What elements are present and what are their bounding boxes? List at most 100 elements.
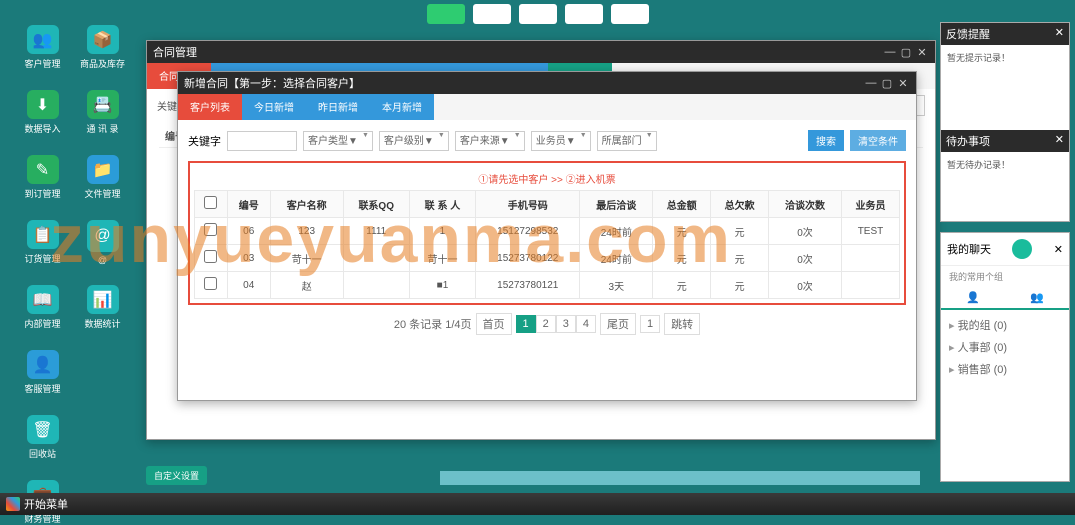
inner-tab[interactable]: 客户列表 (178, 94, 242, 120)
app-icon: 📁 (87, 155, 119, 184)
app-icon: 📋 (27, 220, 59, 249)
desktop-icon[interactable]: 👤 客服管理 (20, 350, 65, 395)
icon-label: 客服管理 (24, 382, 60, 395)
notice-msg: 暂无提示记录！ (941, 45, 1069, 70)
desktop-icon[interactable]: 👥客户管理 (20, 25, 65, 70)
notice-close-icon[interactable]: ✕ (1055, 26, 1064, 42)
pager-page[interactable]: 4 (576, 315, 596, 333)
contact-group-item[interactable]: 人事部 (0) (949, 336, 1061, 358)
select-all-checkbox[interactable] (204, 196, 217, 209)
contact-tab-person[interactable]: 👤 (941, 287, 1005, 308)
close-icon[interactable]: ✕ (896, 76, 910, 90)
dock-item[interactable] (565, 4, 603, 24)
pager-page[interactable]: 1 (516, 315, 536, 333)
icon-label: 数据统计 (84, 317, 120, 330)
table-header: 编号 (227, 191, 270, 218)
icon-label: 回收站 (29, 447, 56, 460)
start-button[interactable]: 开始菜单 (6, 496, 68, 512)
customer-source-select[interactable]: 客户来源▼ (455, 131, 525, 151)
inner-tab[interactable]: 本月新增 (370, 94, 434, 120)
table-header: 手机号码 (476, 191, 580, 218)
app-icon: ⬇ (27, 90, 59, 119)
search-button[interactable]: 搜索 (808, 130, 844, 151)
pager-first[interactable]: 首页 (476, 313, 512, 335)
customer-type-select[interactable]: 客户类型▼ (303, 131, 373, 151)
desktop-icon[interactable]: @@ (80, 220, 125, 265)
contact-group-item[interactable]: 销售部 (0) (949, 358, 1061, 380)
close-icon[interactable]: ✕ (915, 45, 929, 59)
pager-info: 20 条记录 1/4页 (394, 316, 472, 332)
contact-panel: 我的聊天 ✕ 我的常用个组 👤 👥 我的组 (0)人事部 (0)销售部 (0) (940, 232, 1070, 482)
desktop-icon[interactable]: 📊 数据统计 (80, 285, 125, 330)
pager-jump[interactable]: 1 (640, 315, 660, 333)
titlebar[interactable]: 合同管理 — ▢ ✕ (147, 41, 935, 63)
inner-titlebar[interactable]: 新增合同【第一步：选择合同客户】 — ▢ ✕ (178, 72, 916, 94)
table-header: 总金额 (653, 191, 711, 218)
keyword-input[interactable] (227, 131, 297, 151)
desktop-icon[interactable]: 📦商品及库存 (80, 25, 125, 70)
table-header (195, 191, 228, 218)
keyword-label: 关键字 (188, 133, 221, 149)
table-header: 联系QQ (343, 191, 409, 218)
desktop-icon[interactable]: 📋 订货管理 (20, 220, 65, 265)
desktop-icon-grid: 👥客户管理 📦商品及库存 ⬇数据导入 📇通 讯 录 ✎到订管理 📁 文件管理 📋 订货管理 @@ 📖… (20, 25, 130, 525)
contact-group: 我的常用个组 (941, 266, 1069, 287)
dock-item[interactable] (427, 4, 465, 24)
app-icon: ✎ (27, 155, 59, 184)
filter-row: 关键字 客户类型▼ 客户级别▼ 客户来源▼ 业务员▼ 所属部门 搜索 清空条件 (188, 124, 906, 157)
desktop-icon[interactable]: 📁 文件管理 (80, 155, 125, 200)
pager: 20 条记录 1/4页 首页 1234 尾页 1 跳转 (188, 305, 906, 343)
pager-last[interactable]: 尾页 (600, 313, 636, 335)
app-icon: 👤 (27, 350, 59, 379)
icon-label: 文件管理 (84, 187, 120, 200)
todo-close-icon[interactable]: ✕ (1055, 133, 1064, 149)
app-icon: @ (87, 220, 119, 252)
salesperson-select[interactable]: 业务员▼ (531, 131, 591, 151)
inner-tab[interactable]: 昨日新增 (306, 94, 370, 120)
contact-close-icon[interactable]: ✕ (1054, 243, 1063, 256)
avatar-icon[interactable] (1012, 239, 1032, 259)
desktop-icon[interactable]: 📇通 讯 录 (80, 90, 125, 135)
start-icon (6, 497, 20, 511)
hint-text: ①请先选中客户 >> ②进入机票 (194, 167, 900, 190)
pager-go[interactable]: 跳转 (664, 313, 700, 335)
custom-settings-button[interactable]: 自定义设置 (146, 466, 207, 485)
dock-item[interactable] (519, 4, 557, 24)
table-row[interactable]: 061231111 115127298532 24时前元 元0次TEST (195, 218, 900, 245)
app-icon: 🗑 (27, 415, 59, 444)
icon-label: 内部管理 (24, 317, 60, 330)
desktop-icon[interactable]: 📖内部管理 (20, 285, 65, 330)
desktop-icon[interactable]: ✎到订管理 (20, 155, 65, 200)
icon-label: 商品及库存 (80, 57, 125, 70)
table-header: 客户名称 (270, 191, 343, 218)
minimize-icon[interactable]: — (883, 45, 897, 59)
row-checkbox[interactable] (204, 223, 217, 236)
minimize-icon[interactable]: — (864, 76, 878, 90)
desktop-icon[interactable]: ⬇数据导入 (20, 90, 65, 135)
maximize-icon[interactable]: ▢ (880, 76, 894, 90)
row-checkbox[interactable] (204, 250, 217, 263)
row-checkbox[interactable] (204, 277, 217, 290)
maximize-icon[interactable]: ▢ (899, 45, 913, 59)
pager-page[interactable]: 2 (536, 315, 556, 333)
icon-label: 订货管理 (24, 252, 60, 265)
app-icon: 📇 (87, 90, 119, 119)
contact-group-item[interactable]: 我的组 (0) (949, 314, 1061, 336)
table-row[interactable]: 04赵 ■115273780121 3天元 元0次 (195, 272, 900, 299)
dock-item[interactable] (611, 4, 649, 24)
contact-tab-group[interactable]: 👥 (1005, 287, 1069, 308)
department-select[interactable]: 所属部门 (597, 131, 657, 151)
dock-item[interactable] (473, 4, 511, 24)
desktop-icon[interactable]: 🗑 回收站 (20, 415, 65, 460)
customer-level-select[interactable]: 客户级别▼ (379, 131, 449, 151)
clear-button[interactable]: 清空条件 (850, 130, 906, 151)
inner-tab[interactable]: 今日新增 (242, 94, 306, 120)
inner-tabs: 客户列表今日新增昨日新增本月新增 (178, 94, 916, 120)
table-row[interactable]: 03苛十一 苛十一15273780122 24时前元 元0次 (195, 245, 900, 272)
notice-title: 反馈提醒 (946, 26, 990, 42)
start-label: 开始菜单 (24, 496, 68, 512)
table-header: 联 系 人 (409, 191, 475, 218)
table-header: 业务员 (841, 191, 899, 218)
app-icon: 📊 (87, 285, 119, 314)
pager-page[interactable]: 3 (556, 315, 576, 333)
